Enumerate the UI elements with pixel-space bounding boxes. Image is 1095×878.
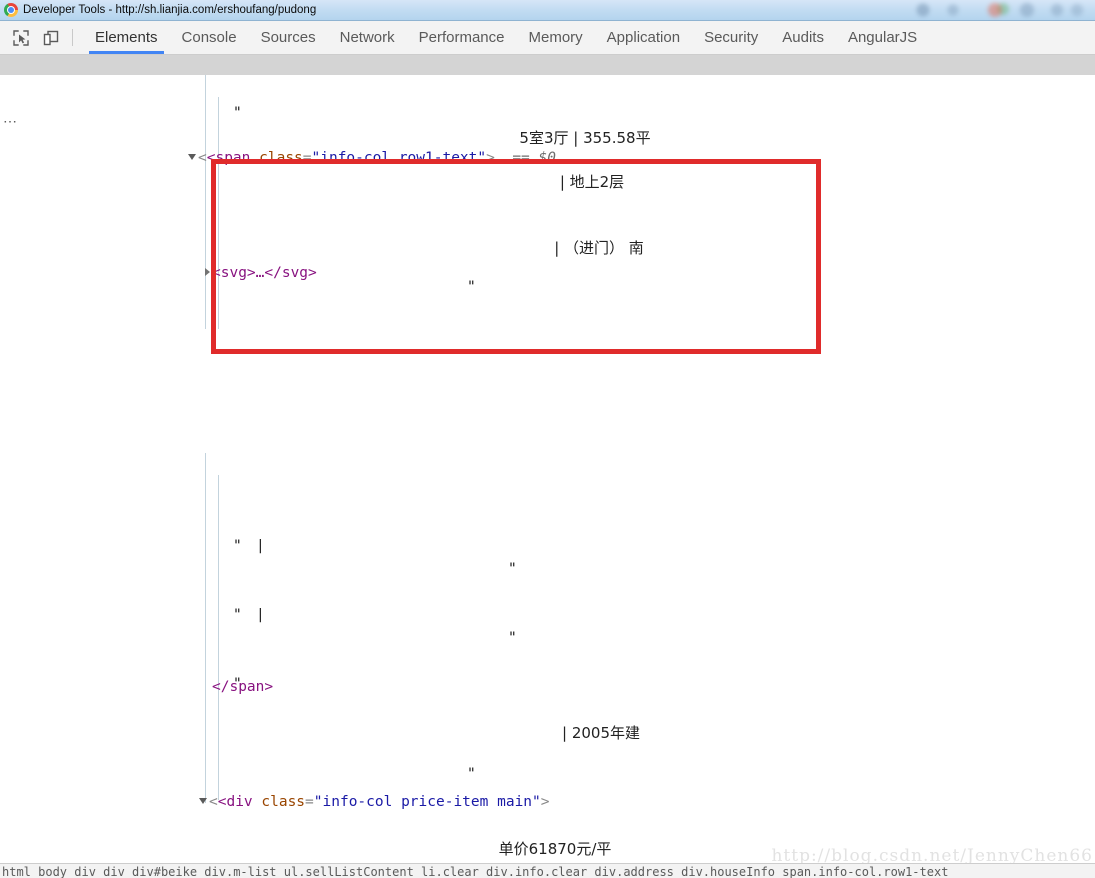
collapse-triangle-icon[interactable]	[188, 154, 196, 160]
text-node-pipe2-close-quote: "	[508, 630, 517, 646]
tab-console[interactable]: Console	[170, 21, 249, 54]
tab-angularjs-label: AngularJS	[847, 29, 918, 46]
tab-memory-label: Memory	[528, 29, 583, 46]
text-node-open-quote-1: "	[233, 105, 242, 121]
dom-node-row-span-row1text[interactable]: <<span class="info-col row1-text"> == $0	[0, 147, 1095, 170]
code-attr-name: class	[261, 794, 306, 810]
toolbar-divider	[72, 29, 73, 46]
code-svg-node: <svg>…</svg>	[212, 265, 317, 281]
dom-text-node-row1[interactable]	[0, 377, 1095, 584]
dom-breadcrumb-bar[interactable]: html body div div div#beike div.m-list u…	[0, 863, 1095, 878]
tab-security[interactable]: Security	[692, 21, 770, 54]
blurred-window-controls	[907, 0, 1095, 21]
selected-node-marker: == $0	[512, 150, 556, 166]
chrome-logo-icon	[4, 3, 18, 17]
text-node-year-close-quote: "	[467, 766, 476, 782]
dom-node-row-svg-1[interactable]: <svg>…</svg>	[0, 262, 1095, 285]
dom-breadcrumb-text: html body div div div#beike div.m-list u…	[2, 865, 949, 878]
tab-network-label: Network	[339, 29, 395, 46]
code-tag-name: <div	[217, 794, 253, 810]
code-tag-close: >	[486, 150, 495, 166]
tab-network[interactable]: Network	[328, 21, 407, 54]
text-node-unit-price: 单价61870元/平	[498, 840, 612, 858]
dom-node-row-close-span-1[interactable]: </span>	[0, 676, 1095, 699]
text-node-pipe1-quote: "	[233, 538, 242, 554]
tab-sources[interactable]: Sources	[249, 21, 328, 54]
code-attr-value: "info-col price-item main"	[313, 794, 541, 810]
tab-memory[interactable]: Memory	[517, 21, 595, 54]
devtools-tab-strip: Elements Console Sources Network Perform…	[0, 21, 1095, 55]
tab-application[interactable]: Application	[595, 21, 692, 54]
code-attr-value: "info-col row1-text"	[311, 150, 487, 166]
elements-dom-tree-panel[interactable]: ⋯ <<span class="info-col row1-text"> == …	[0, 55, 1095, 863]
expand-triangle-icon[interactable]	[205, 268, 210, 276]
tab-console-label: Console	[181, 29, 237, 46]
dom-node-row-div-price-main[interactable]: <<div class="info-col price-item main">	[0, 791, 1095, 814]
text-node-close-quote-1: "	[467, 279, 476, 295]
code-tag-name: <span	[206, 150, 251, 166]
text-node-year-line: | 2005年建	[562, 724, 640, 742]
tab-elements-label: Elements	[95, 29, 158, 46]
code-close-span: </span>	[212, 679, 274, 695]
tab-sources-label: Sources	[260, 29, 316, 46]
tab-audits[interactable]: Audits	[770, 21, 836, 54]
text-node-row1-line2: | 地上2层	[559, 173, 625, 191]
text-node-pipe2-quote: "	[233, 607, 242, 623]
tab-elements[interactable]: Elements	[83, 21, 170, 54]
tab-application-label: Application	[606, 29, 681, 46]
code-attr-name: class	[259, 150, 303, 166]
text-node-pipe1-close-quote: "	[508, 561, 517, 577]
text-node-pipe2-pipe: |	[256, 607, 265, 623]
collapse-triangle-icon[interactable]	[199, 798, 207, 804]
window-title-text: Developer Tools - http://sh.lianjia.com/…	[23, 4, 317, 16]
window-title-bar: Developer Tools - http://sh.lianjia.com/…	[0, 0, 1095, 21]
text-node-year-open-quote: "	[233, 676, 242, 692]
device-toolbar-icon[interactable]	[36, 21, 66, 54]
tab-performance[interactable]: Performance	[407, 21, 517, 54]
text-node-row1-line1: 5室3厅 | 355.58平	[519, 129, 651, 147]
tab-performance-label: Performance	[418, 29, 505, 46]
tab-security-label: Security	[704, 29, 759, 46]
inspect-element-icon[interactable]	[6, 21, 36, 54]
text-node-row1-line3: | （进门） 南	[554, 239, 644, 257]
code-gt: >	[540, 794, 550, 810]
tab-audits-label: Audits	[782, 29, 824, 46]
tab-angularjs[interactable]: AngularJS	[836, 21, 929, 54]
text-node-pipe1-pipe: |	[256, 538, 265, 554]
